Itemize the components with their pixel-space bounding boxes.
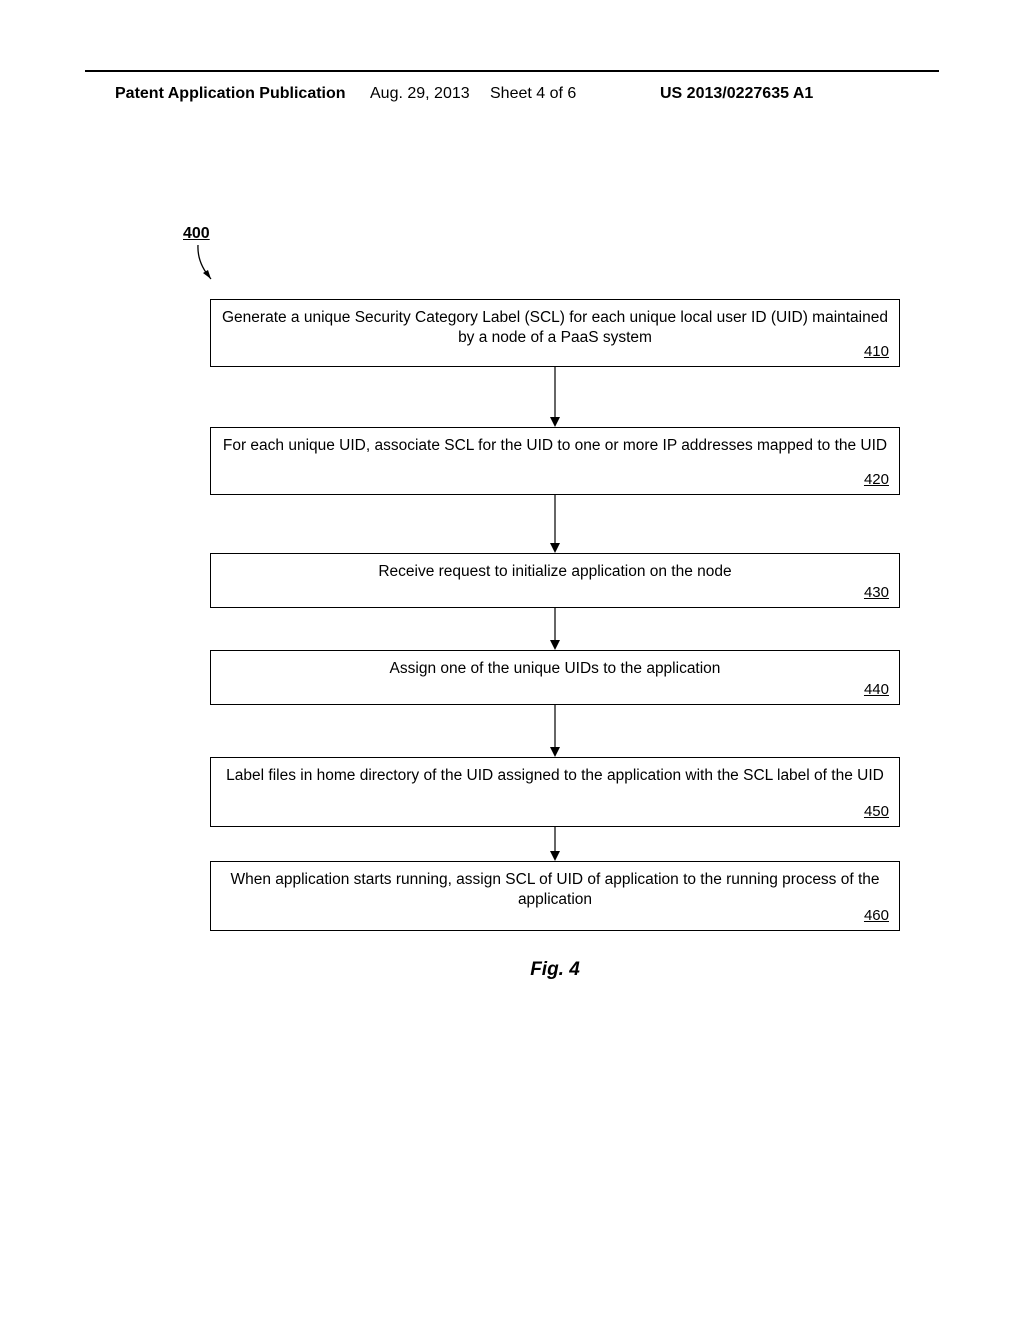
arrow-down-icon: [545, 495, 565, 553]
step-text: When application starts running, assign …: [230, 871, 879, 908]
step-text: Assign one of the unique UIDs to the app…: [390, 660, 721, 677]
pub-number: US 2013/0227635 A1: [660, 85, 813, 103]
step-number: 430: [864, 583, 889, 603]
step-number: 460: [864, 906, 889, 926]
figure-ref-label: 400: [183, 225, 210, 242]
pub-date: Aug. 29, 2013: [370, 85, 470, 103]
step-number: 440: [864, 680, 889, 700]
page-header: Patent Application Publication Aug. 29, …: [0, 85, 1024, 115]
flow-connector: [210, 608, 900, 650]
flow-step: Generate a unique Security Category Labe…: [210, 299, 900, 367]
flow-step: When application starts running, assign …: [210, 861, 900, 931]
figure-caption: Fig. 4: [210, 959, 900, 981]
step-number: 420: [864, 470, 889, 490]
arrow-down-icon: [545, 705, 565, 757]
flow-connector: [210, 705, 900, 757]
header-rule: [85, 70, 939, 72]
flow-step: Assign one of the unique UIDs to the app…: [210, 650, 900, 705]
step-text: Label files in home directory of the UID…: [226, 767, 884, 784]
flow-connector: [210, 827, 900, 861]
arrow-down-icon: [545, 827, 565, 861]
step-text: For each unique UID, associate SCL for t…: [223, 437, 887, 454]
arrow-down-icon: [545, 608, 565, 650]
flow-boxes: Generate a unique Security Category Labe…: [210, 299, 900, 931]
flow-step: For each unique UID, associate SCL for t…: [210, 427, 900, 495]
flow-step: Receive request to initialize applicatio…: [210, 553, 900, 608]
flow-step: Label files in home directory of the UID…: [210, 757, 900, 827]
arrow-down-icon: [545, 367, 565, 427]
pub-title: Patent Application Publication: [115, 85, 346, 103]
flowchart-container: 400 Generate a unique Security Category …: [175, 225, 900, 981]
sheet-number: Sheet 4 of 6: [490, 85, 576, 103]
step-number: 450: [864, 802, 889, 822]
step-text: Generate a unique Security Category Labe…: [222, 309, 888, 346]
step-number: 410: [864, 342, 889, 362]
flow-connector: [210, 495, 900, 553]
step-text: Receive request to initialize applicatio…: [378, 563, 731, 580]
reference-arrow-icon: [193, 243, 233, 291]
flow-connector: [210, 367, 900, 427]
